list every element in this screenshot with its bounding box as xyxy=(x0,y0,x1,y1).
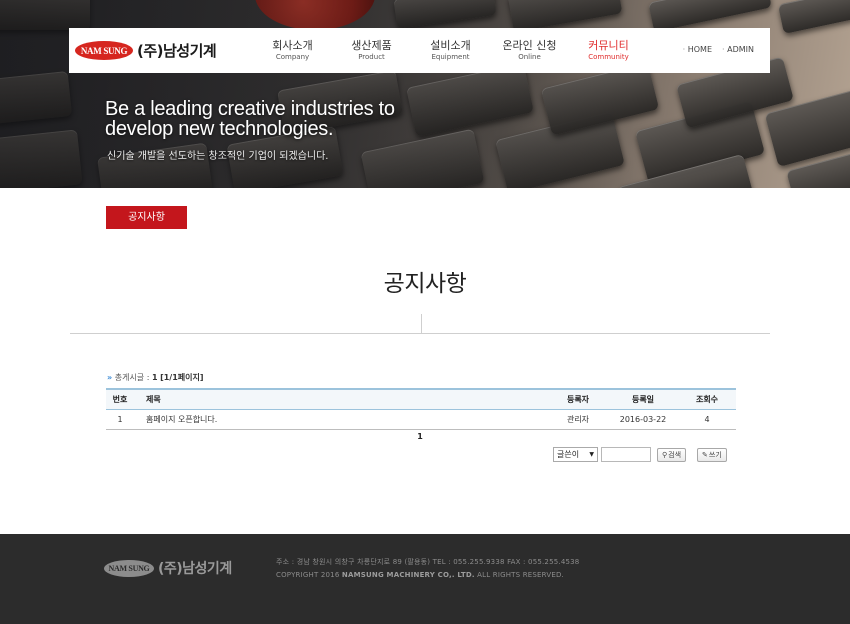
page-link-1[interactable]: 1 xyxy=(417,432,423,441)
company-logo[interactable]: NAM SUNG (주)남성기계 xyxy=(75,40,217,61)
post-total: » 총게시글 : 1 [1/1페이지] xyxy=(107,373,204,382)
total-count: 1 xyxy=(151,373,158,382)
hero-title: Be a leading creative industries to deve… xyxy=(105,98,395,140)
col-header-no: 번호 xyxy=(106,388,134,410)
pagination: 1 xyxy=(0,432,840,441)
footer-info: 주소 : 경남 창원시 의창구 차룡단지로 89 (팔용동) TEL : 055… xyxy=(276,556,579,582)
sub-tab-notice[interactable]: 공지사항 xyxy=(106,206,187,229)
title-divider-tick xyxy=(421,314,422,333)
write-button[interactable]: ✎ 쓰기 xyxy=(697,447,727,462)
logo-mark: NAM SUNG xyxy=(75,41,133,60)
col-header-hits: 조회수 xyxy=(678,388,736,410)
search-field-select[interactable]: 글쓴이 ▼ xyxy=(553,447,598,462)
logo-text: (주)남성기계 xyxy=(137,42,217,60)
home-link[interactable]: HOME xyxy=(683,45,712,54)
main-menu: 회사소개 Company 생산제품 Product 설비소개 Equipment… xyxy=(253,39,648,65)
double-arrow-icon: » xyxy=(107,373,113,382)
footer-copyright: COPYRIGHT 2016 NAMSUNG MACHINERY CO,. LT… xyxy=(276,571,564,579)
menu-item-community[interactable]: 커뮤니티 Community xyxy=(569,39,648,65)
search-icon: ⚲ xyxy=(662,450,668,459)
col-header-date: 등록일 xyxy=(608,388,678,410)
row-hits: 4 xyxy=(678,409,736,430)
hero-subtitle: 신기술 개발을 선도하는 창조적인 기업이 되겠습니다. xyxy=(107,151,329,162)
table-header-row: 번호 제목 등록자 등록일 조회수 xyxy=(106,388,736,410)
row-date: 2016-03-22 xyxy=(608,409,678,430)
page-title: 공지사항 xyxy=(383,271,467,297)
menu-item-online[interactable]: 온라인 신청 Online xyxy=(490,39,569,65)
table-row: 1 홈페이지 오픈합니다. 관리자 2016-03-22 4 xyxy=(106,409,736,430)
title-divider xyxy=(70,333,770,334)
menu-item-product[interactable]: 생산제품 Product xyxy=(332,39,411,65)
chevron-down-icon: ▼ xyxy=(589,451,594,458)
row-subject-link[interactable]: 홈페이지 오픈합니다. xyxy=(134,409,548,430)
pencil-icon: ✎ xyxy=(702,450,708,459)
footer-address: 주소 : 경남 창원시 의창구 차룡단지로 89 (팔용동) TEL : 055… xyxy=(276,558,580,566)
row-no: 1 xyxy=(106,409,134,430)
footer-logo-text: (주)남성기계 xyxy=(158,561,232,577)
menu-item-equipment[interactable]: 설비소개 Equipment xyxy=(411,39,490,65)
admin-link[interactable]: ADMIN xyxy=(722,45,754,54)
utility-links: HOME ADMIN xyxy=(683,45,754,54)
search-button[interactable]: ⚲ 검색 xyxy=(657,447,687,462)
footer: NAM SUNG (주)남성기계 주소 : 경남 창원시 의창구 차룡단지로 8… xyxy=(0,534,850,624)
col-header-subject: 제목 xyxy=(134,388,548,410)
search-input[interactable] xyxy=(601,447,651,462)
notice-table: 번호 제목 등록자 등록일 조회수 1 홈페이지 오픈합니다. 관리자 2016… xyxy=(106,388,736,430)
top-navigation-bar: NAM SUNG (주)남성기계 회사소개 Company 생산제품 Produ… xyxy=(69,28,770,73)
menu-item-company[interactable]: 회사소개 Company xyxy=(253,39,332,65)
total-pages: [1/1페이지] xyxy=(160,373,204,382)
search-bar: 글쓴이 ▼ ⚲ 검색 ✎ 쓰기 xyxy=(553,447,727,462)
col-header-author: 등록자 xyxy=(548,388,608,410)
footer-logo: NAM SUNG (주)남성기계 xyxy=(104,558,232,578)
footer-logo-mark: NAM SUNG xyxy=(104,559,154,577)
row-author: 관리자 xyxy=(548,409,608,430)
